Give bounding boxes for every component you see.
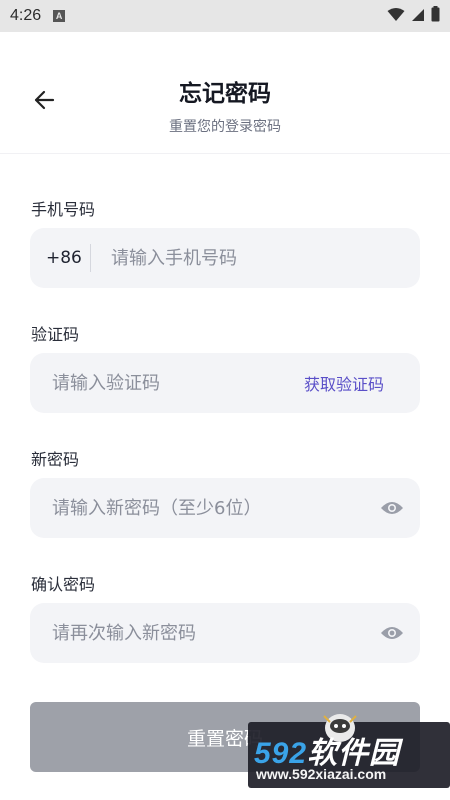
header: 忘记密码 重置您的登录密码 xyxy=(0,32,450,154)
status-bar: 4:26 A xyxy=(0,0,450,32)
country-code[interactable]: +86 xyxy=(30,248,90,268)
page-subtitle: 重置您的登录密码 xyxy=(169,119,281,135)
phone-field: +86 xyxy=(30,228,420,288)
eye-icon[interactable] xyxy=(380,625,420,641)
confirm-password-input[interactable] xyxy=(30,603,380,663)
code-input[interactable] xyxy=(30,353,304,413)
status-icons xyxy=(387,6,440,26)
prefix-divider xyxy=(90,244,91,272)
watermark-logo: 592软件园 www.592xiazai.com xyxy=(248,714,450,788)
eye-icon[interactable] xyxy=(380,500,420,516)
status-time: 4:26 xyxy=(10,7,42,24)
a-icon: A xyxy=(53,10,66,22)
signal-icon xyxy=(411,7,425,26)
confirm-password-label: 确认密码 xyxy=(31,575,96,594)
page-title: 忘记密码 xyxy=(179,81,271,107)
phone-input[interactable] xyxy=(111,228,420,288)
wifi-icon xyxy=(387,7,405,26)
phone-label: 手机号码 xyxy=(31,200,96,219)
code-field: 获取验证码 xyxy=(30,353,420,413)
code-label: 验证码 xyxy=(31,325,80,344)
new-password-input[interactable] xyxy=(30,478,380,538)
new-password-label: 新密码 xyxy=(31,450,80,469)
confirm-password-field xyxy=(30,603,420,663)
battery-icon xyxy=(431,6,440,26)
watermark-url: www.592xiazai.com xyxy=(256,766,387,782)
get-code-button[interactable]: 获取验证码 xyxy=(304,371,420,395)
new-password-field xyxy=(30,478,420,538)
